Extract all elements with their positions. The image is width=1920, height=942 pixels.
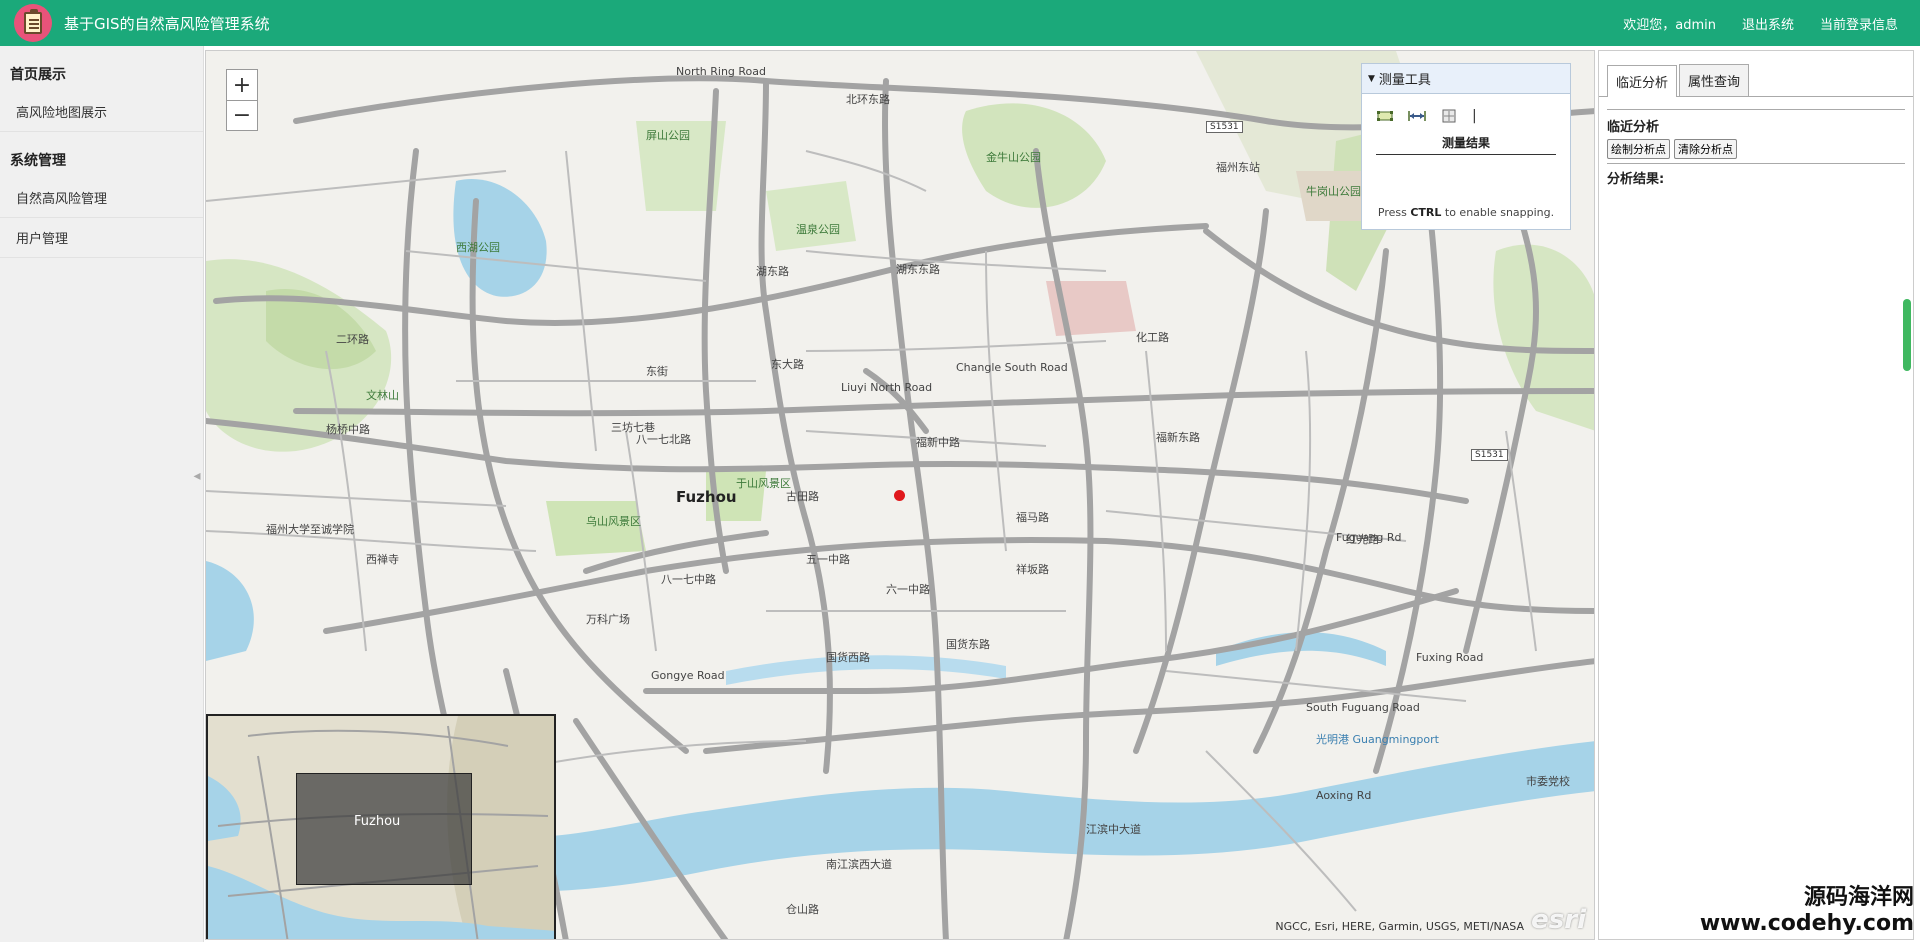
hint-suffix: to enable snapping. xyxy=(1441,206,1555,219)
toolbar-divider: | xyxy=(1472,108,1477,124)
map-label-guohuo: 国货西路 xyxy=(826,651,870,664)
map-label-wenlin: 文林山 xyxy=(366,389,399,402)
map-label-nanjiang: 南江滨西大道 xyxy=(826,858,892,871)
analysis-panel: 临近分析 属性查询 临近分析 绘制分析点 清除分析点 分析结果: xyxy=(1598,50,1914,940)
measure-snapping-hint: Press CTRL to enable snapping. xyxy=(1362,206,1570,219)
map-point-marker[interactable] xyxy=(894,490,905,501)
analysis-button-group: 绘制分析点 清除分析点 xyxy=(1607,137,1905,164)
map-label-hudong: 湖东路 xyxy=(756,265,789,278)
zoom-control: + − xyxy=(226,69,258,131)
sidebar-item-user-management[interactable]: 用户管理 xyxy=(0,218,203,258)
map-label-niugang: 牛岗山公园 xyxy=(1306,185,1361,198)
map-label-hudong-east: 湖东东路 xyxy=(896,263,940,276)
clipboard-icon xyxy=(24,9,42,34)
watermark: 源码海洋网 www.codehy.com xyxy=(1700,879,1914,936)
map-label-yushan: 于山风景区 xyxy=(736,477,791,490)
measure-area-icon[interactable] xyxy=(1376,108,1394,124)
analysis-result-label: 分析结果: xyxy=(1607,172,1665,187)
measure-tool-widget: ▼ 测量工具 | 测量结果 Press CTRL to enable snapp… xyxy=(1361,63,1571,230)
map-label-fuxin: 福新中路 xyxy=(916,436,960,449)
esri-logo: esri xyxy=(1531,905,1586,935)
measure-result-label: 测量结果 xyxy=(1376,134,1556,155)
map-label-gongye: Gongye Road xyxy=(651,669,725,682)
overview-extent-box[interactable] xyxy=(296,773,472,885)
map-view[interactable]: North Ring Road 北环东路 湖东路 湖东东路 东街 东大路 古田路… xyxy=(205,50,1595,940)
map-label-wanke: 万科广场 xyxy=(586,613,630,626)
measure-distance-icon[interactable] xyxy=(1408,108,1426,124)
panel-scrollbar[interactable] xyxy=(1903,299,1911,371)
welcome-text: 欢迎您，admin xyxy=(1623,17,1716,33)
map-label-dongjie: 东街 xyxy=(646,365,668,378)
app-header: 基于GIS的自然高风险管理系统 欢迎您，admin 退出系统 当前登录信息 xyxy=(0,0,1920,46)
map-label-fuxin-east: 福新东路 xyxy=(1156,431,1200,444)
tab-proximity-analysis[interactable]: 临近分析 xyxy=(1607,65,1678,97)
map-label-pingshan: 屏山公园 xyxy=(646,129,690,142)
map-label-liuyi-mid: 六一中路 xyxy=(886,583,930,596)
map-label-wenquan: 温泉公园 xyxy=(796,223,840,236)
map-label-hongguang: 红光路 xyxy=(1346,533,1379,546)
map-label-fuzhou-east: 福州东站 xyxy=(1216,161,1260,174)
map-label-xianghe: 祥坂路 xyxy=(1016,563,1049,576)
map-label-shijia: 市委党校 xyxy=(1526,775,1570,788)
caret-down-icon: ▼ xyxy=(1368,73,1375,84)
map-label-north-ring-road: North Ring Road xyxy=(676,65,767,78)
map-label-cangshan: 仓山路 xyxy=(786,903,819,916)
map-label-aoxing: Aoxing Rd xyxy=(1316,789,1372,802)
panel-tabs: 临近分析 属性查询 xyxy=(1599,51,1913,97)
clear-analysis-point-button[interactable]: 清除分析点 xyxy=(1674,139,1737,159)
hint-key: CTRL xyxy=(1410,206,1442,219)
sidebar-item-risk-map[interactable]: 高风险地图展示 xyxy=(0,92,203,132)
map-label-yangqiao: 杨桥中路 xyxy=(326,423,370,436)
sidebar-item-risk-management[interactable]: 自然高风险管理 xyxy=(0,178,203,218)
map-label-fuxing: Fuxing Road xyxy=(1416,651,1484,664)
map-label-changle-south: Changle South Road xyxy=(956,361,1068,374)
watermark-line2: www.codehy.com xyxy=(1699,911,1914,936)
map-label-guohuo-east: 国货东路 xyxy=(946,638,990,651)
measure-tool-buttons: | xyxy=(1362,94,1570,130)
map-attribution: NGCC, Esri, HERE, Garmin, USGS, METI/NAS… xyxy=(1275,920,1524,933)
measure-tool-header[interactable]: ▼ 测量工具 xyxy=(1362,64,1570,94)
app-title: 基于GIS的自然高风险管理系统 xyxy=(64,14,270,33)
header-actions: 欢迎您，admin 退出系统 当前登录信息 xyxy=(1623,0,1898,46)
map-label-wushan: 乌山风景区 xyxy=(586,515,641,528)
map-label-fuzhou-univ: 福州大学至诚学院 xyxy=(266,523,354,536)
zoom-out-button[interactable]: − xyxy=(227,100,257,130)
current-login-link[interactable]: 当前登录信息 xyxy=(1820,14,1898,33)
road-shield: S1531 xyxy=(1206,121,1243,133)
map-label-erhuan: 二环路 xyxy=(336,333,369,346)
road-shield: S1531 xyxy=(1471,449,1508,461)
logout-link[interactable]: 退出系统 xyxy=(1742,14,1794,33)
sidebar-section-system: 系统管理 xyxy=(10,153,66,169)
map-label-xihu-park: 西湖公园 xyxy=(456,241,500,254)
collapse-sidebar-icon[interactable]: ◂ xyxy=(191,456,203,496)
zoom-in-button[interactable]: + xyxy=(227,70,257,100)
map-label-bayiqi-mid: 八一七中路 xyxy=(661,573,716,586)
map-label-dongda: 东大路 xyxy=(771,358,804,371)
map-label-wuyi: 五一中路 xyxy=(806,553,850,566)
sidebar-section-home: 首页展示 xyxy=(10,67,66,83)
proximity-analysis-title: 临近分析 xyxy=(1607,120,1660,135)
map-label-xiyu: 西禅寺 xyxy=(366,553,399,566)
draw-analysis-point-button[interactable]: 绘制分析点 xyxy=(1607,139,1670,159)
overview-map[interactable]: Fuzhou xyxy=(206,714,556,939)
map-label-guangming: 光明港 Guangmingport xyxy=(1316,733,1439,746)
map-label-jiangbin: 江滨中大道 xyxy=(1086,823,1141,836)
tab-attribute-query[interactable]: 属性查询 xyxy=(1679,64,1750,96)
measure-tool-title: 测量工具 xyxy=(1378,73,1431,88)
map-label-fuma: 福马路 xyxy=(1016,511,1049,524)
map-label-jinniu: 金牛山公园 xyxy=(986,151,1041,164)
map-label-huagong: 化工路 xyxy=(1136,331,1169,344)
watermark-line1: 源码海洋网 xyxy=(1803,885,1914,910)
hint-prefix: Press xyxy=(1377,206,1411,219)
measure-location-icon[interactable] xyxy=(1440,108,1458,124)
app-logo xyxy=(14,4,52,42)
map-label-sanfang: 三坊七巷 xyxy=(611,421,655,434)
map-city-label-fuzhou: Fuzhou xyxy=(676,488,737,506)
map-label-fuguang-south: South Fuguang Road xyxy=(1306,701,1420,714)
map-label-liuyi-north: Liuyi North Road xyxy=(841,381,933,394)
sidebar: 首页展示 高风险地图展示 系统管理 自然高风险管理 用户管理 ◂ xyxy=(0,46,204,942)
overview-city-label: Fuzhou xyxy=(354,814,401,829)
map-label-north-ring-east: 北环东路 xyxy=(846,93,890,106)
